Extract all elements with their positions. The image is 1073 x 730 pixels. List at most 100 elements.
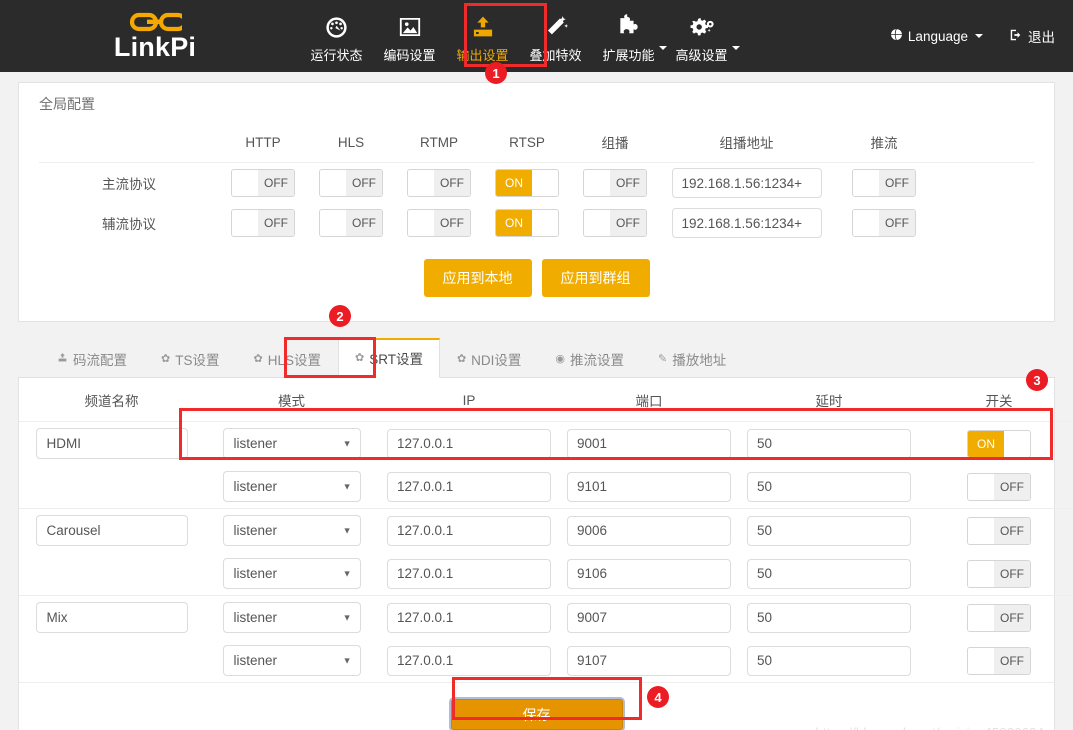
top-navbar: LinkPi 运行状态 编码设置 输出设置 叠加特效 扩展功能 高级设置 Lan… — [0, 0, 1073, 72]
srt-switch-toggle[interactable]: OFF — [967, 646, 1031, 675]
nav-item-extensions[interactable]: 扩展功能 — [592, 0, 667, 72]
step-badge-4: 4 — [647, 686, 669, 708]
tab-srt-settings[interactable]: ✿ SRT设置 — [337, 338, 440, 378]
main-push-toggle[interactable]: OFF — [852, 169, 916, 197]
srt-switch-cell: OFF — [919, 595, 1073, 639]
sub-multicast-address-cell — [659, 203, 834, 243]
srt-ip-input[interactable] — [387, 645, 551, 676]
srt-ip-cell — [379, 552, 559, 596]
apply-to-local-button[interactable]: 应用到本地 — [423, 259, 532, 297]
tab-ndi-settings[interactable]: ✿ NDI设置 — [440, 340, 538, 378]
main-multicast-toggle[interactable]: OFF — [583, 169, 647, 197]
srt-mode-select[interactable]: listener — [222, 558, 361, 589]
srt-ip-input[interactable] — [387, 558, 551, 589]
srt-mode-cell: listener ▼ — [204, 552, 379, 596]
srt-col-mode: 模式 — [204, 378, 379, 422]
global-config-body: HTTP HLS RTMP RTSP 组播 组播地址 推流 主流协议 OFF O… — [19, 123, 1054, 321]
language-selector[interactable]: Language — [890, 28, 983, 44]
sub-http-toggle[interactable]: OFF — [231, 209, 295, 237]
global-config-header-row: HTTP HLS RTMP RTSP 组播 组播地址 推流 — [39, 123, 1034, 163]
srt-switch-toggle[interactable]: OFF — [967, 516, 1031, 545]
srt-port-input[interactable] — [567, 602, 731, 633]
tab-play-address[interactable]: ✎ 播放地址 — [641, 340, 743, 378]
srt-switch-toggle[interactable]: OFF — [967, 559, 1031, 588]
srt-mode-select[interactable]: listener — [222, 645, 361, 676]
srt-switch-toggle[interactable]: OFF — [967, 472, 1031, 501]
srt-switch-toggle[interactable]: OFF — [967, 603, 1031, 632]
srt-delay-cell — [739, 639, 919, 682]
srt-mode-cell: listener ▼ — [204, 508, 379, 552]
srt-delay-cell — [739, 465, 919, 509]
brand-logo[interactable]: LinkPi — [0, 0, 300, 72]
srt-table-body: listener ▼ ON — [19, 422, 1073, 683]
sub-multicast-address-input[interactable] — [671, 208, 822, 238]
srt-delay-input[interactable] — [747, 428, 911, 459]
logout-button[interactable]: 退出 — [1009, 26, 1055, 46]
nav-item-advanced-settings[interactable]: 高级设置 — [665, 0, 740, 72]
step-badge-2: 2 — [329, 305, 351, 327]
srt-ip-input[interactable] — [387, 515, 551, 546]
srt-ip-input[interactable] — [387, 602, 551, 633]
logout-icon — [1009, 28, 1023, 45]
srt-channel-name-input[interactable] — [35, 515, 188, 546]
srt-switch-toggle[interactable]: ON — [967, 429, 1031, 458]
srt-port-cell — [559, 639, 739, 682]
srt-delay-input[interactable] — [747, 471, 911, 502]
save-button[interactable]: 保存 — [450, 699, 623, 730]
srt-channel-name-input[interactable] — [35, 602, 188, 633]
sub-multicast-toggle[interactable]: OFF — [583, 209, 647, 237]
sub-spacer-cell — [934, 203, 1034, 243]
sub-push-toggle[interactable]: OFF — [852, 209, 916, 237]
srt-delay-input[interactable] — [747, 602, 911, 633]
global-config-table: HTTP HLS RTMP RTSP 组播 组播地址 推流 主流协议 OFF O… — [39, 123, 1034, 243]
srt-delay-input[interactable] — [747, 515, 911, 546]
srt-mode-select[interactable]: listener — [222, 471, 361, 502]
srt-port-input[interactable] — [567, 645, 731, 676]
main-hls-cell: OFF — [307, 163, 395, 204]
nav-item-label: 高级设置 — [675, 48, 728, 63]
srt-port-input[interactable] — [567, 515, 731, 546]
srt-delay-cell — [739, 595, 919, 639]
link-icon: ✎ — [658, 352, 668, 365]
main-rtsp-toggle[interactable]: ON — [495, 169, 559, 197]
tab-hls-settings[interactable]: ✿ HLS设置 — [236, 340, 337, 378]
main-rtmp-toggle[interactable]: OFF — [407, 169, 471, 197]
tab-push-settings[interactable]: ◉ 推流设置 — [538, 340, 641, 378]
srt-col-ip: IP — [379, 378, 559, 422]
srt-mode-select[interactable]: listener — [222, 428, 361, 459]
apply-button-bar: 应用到本地 应用到群组 — [39, 243, 1034, 307]
srt-channel-name-input[interactable] — [35, 428, 188, 459]
sub-rtsp-toggle[interactable]: ON — [495, 209, 559, 237]
gear-icon: ✿ — [456, 352, 467, 365]
srt-ip-input[interactable] — [387, 428, 551, 459]
apply-to-group-button[interactable]: 应用到群组 — [541, 259, 650, 297]
sub-rtmp-toggle[interactable]: OFF — [407, 209, 471, 237]
tab-bitrate-config[interactable]: 码流配置 — [40, 340, 144, 378]
protocol-tabs-panel: 码流配置 ✿ TS设置 ✿ HLS设置 ✿ SRT设置 ✿ NDI设置 ◉ 推流… — [18, 338, 1055, 378]
tab-ts-settings[interactable]: ✿ TS设置 — [144, 340, 236, 378]
step-badge-1: 1 — [485, 62, 507, 84]
sub-hls-toggle[interactable]: OFF — [319, 209, 383, 237]
main-hls-toggle[interactable]: OFF — [319, 169, 383, 197]
nav-item-overlay-effects[interactable]: 叠加特效 — [519, 0, 592, 72]
tab-label: NDI设置 — [471, 353, 522, 368]
table-row: listener ▼ OFF — [19, 595, 1073, 639]
srt-settings-panel: 频道名称 模式 IP 端口 延时 开关 listene — [18, 378, 1073, 730]
srt-port-input[interactable] — [567, 428, 731, 459]
nav-item-encode-settings[interactable]: 编码设置 — [373, 0, 446, 72]
main-spacer-cell — [934, 163, 1034, 204]
srt-port-input[interactable] — [567, 471, 731, 502]
srt-port-cell — [559, 465, 739, 509]
srt-mode-cell: listener ▼ — [204, 465, 379, 509]
nav-item-run-status[interactable]: 运行状态 — [300, 0, 373, 72]
srt-mode-select[interactable]: listener — [222, 515, 361, 546]
srt-channel-cell — [19, 465, 204, 509]
main-http-toggle[interactable]: OFF — [231, 169, 295, 197]
main-multicast-address-input[interactable] — [671, 168, 822, 198]
srt-port-input[interactable] — [567, 558, 731, 589]
srt-mode-select[interactable]: listener — [222, 602, 361, 633]
srt-delay-input[interactable] — [747, 645, 911, 676]
srt-ip-input[interactable] — [387, 471, 551, 502]
srt-delay-input[interactable] — [747, 558, 911, 589]
nav-item-output-settings[interactable]: 输出设置 — [446, 0, 519, 72]
